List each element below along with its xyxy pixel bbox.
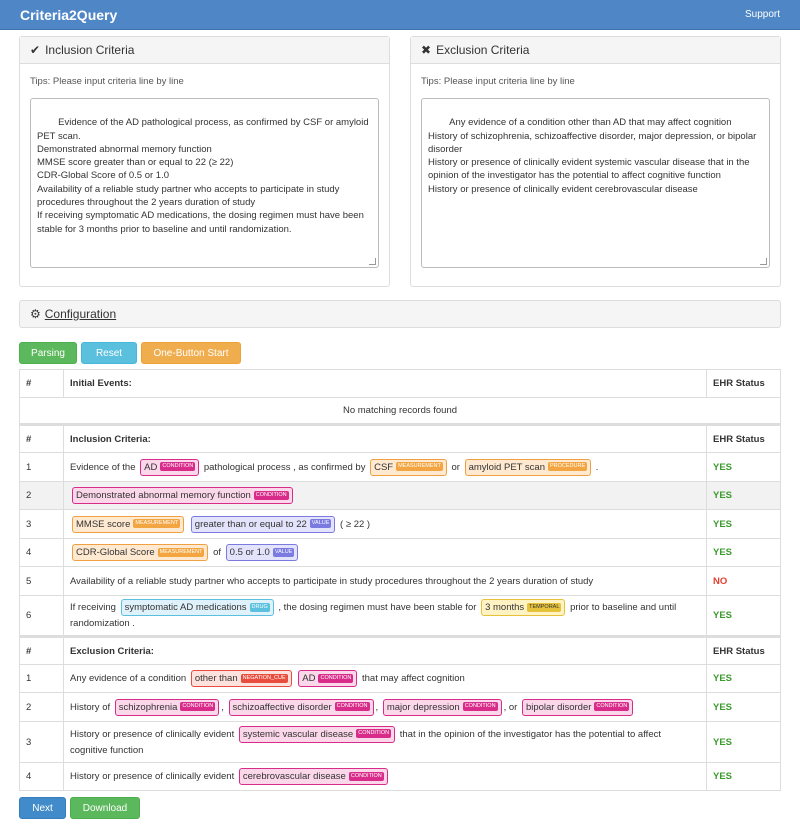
col-hash: #	[19, 636, 64, 665]
next-button[interactable]: Next	[19, 797, 66, 819]
inclusion-criteria-text: Evidence of the AD pathological process,…	[37, 117, 369, 235]
table-row: 3 History or presence of clinically evid…	[19, 721, 781, 763]
table-row: 4 CDR-Global Score MEASUREMENT of 0.5 or …	[19, 538, 781, 567]
inclusion-panel: ✔ Inclusion Criteria Tips: Please input …	[19, 36, 390, 287]
one-button-start-button[interactable]: One-Button Start	[141, 342, 241, 364]
parsing-button[interactable]: Parsing	[19, 342, 77, 364]
criterion-text: Demonstrated abnormal memory function CON…	[63, 481, 707, 510]
brand-title[interactable]: Criteria2Query	[20, 7, 117, 23]
entity-procedure[interactable]: amyloid PET scan PROCEDURE	[464, 458, 592, 476]
exclusion-tips: Tips: Please input criteria line by line	[421, 76, 575, 87]
criterion-text: History of schizophrenia CONDITION, schiz…	[63, 692, 707, 722]
ehr-status-header: EHR Status	[706, 424, 781, 453]
row-number: 6	[19, 595, 64, 637]
criterion-text: MMSE score MEASUREMENT greater than or eq…	[63, 509, 707, 539]
configuration-label[interactable]: Configuration	[45, 307, 116, 321]
initial-events-header: Initial Events:	[63, 369, 707, 398]
table-row: 6 If receiving symptomatic AD medication…	[19, 595, 781, 637]
col-hash: #	[19, 424, 64, 453]
resize-handle-icon[interactable]	[760, 258, 767, 265]
download-button[interactable]: Download	[70, 797, 140, 819]
inclusion-tips: Tips: Please input criteria line by line	[30, 76, 184, 87]
exclusion-criteria-text: Any evidence of a condition other than A…	[428, 117, 757, 195]
support-link[interactable]: Support	[745, 9, 780, 20]
ehr-status: YES	[706, 538, 781, 567]
entity-temporal[interactable]: 3 months TEMPORAL	[481, 599, 566, 616]
row-number: 1	[19, 452, 64, 482]
entity-condition[interactable]: AD CONDITION	[140, 458, 200, 476]
entity-condition[interactable]: AD CONDITION	[298, 670, 358, 687]
table-row: 2 History of schizophrenia CONDITION, sch…	[19, 692, 781, 722]
row-number: 4	[19, 762, 64, 791]
entity-condition[interactable]: Demonstrated abnormal memory function CON…	[72, 487, 293, 504]
inclusion-panel-header: ✔ Inclusion Criteria	[20, 37, 389, 64]
ehr-status-header: EHR Status	[706, 369, 781, 398]
entity-condition[interactable]: schizophrenia CONDITION	[114, 698, 220, 716]
entity-value[interactable]: greater than or equal to 22 VALUE	[190, 515, 336, 533]
entity-condition[interactable]: schizoaffective disorder CONDITION	[228, 698, 374, 716]
entity-condition[interactable]: bipolar disorder CONDITION	[521, 698, 634, 716]
criterion-text: History or presence of clinically eviden…	[63, 762, 707, 791]
row-number: 3	[19, 509, 64, 539]
criterion-text: Any evidence of a condition other than NE…	[63, 664, 707, 693]
reset-button[interactable]: Reset	[81, 342, 137, 364]
ehr-status: YES	[706, 452, 781, 482]
table-row: 5 Availability of a reliable study partn…	[19, 566, 781, 596]
gear-icon: ⚙	[30, 307, 41, 321]
no-records-message: No matching records found	[19, 397, 781, 425]
results-table: # Initial Events: EHR Status No matching…	[19, 369, 781, 791]
close-icon: ✖	[421, 43, 432, 57]
navbar: Criteria2Query Support	[0, 0, 800, 30]
entity-drug[interactable]: symptomatic AD medications DRUG	[120, 599, 274, 616]
ehr-status: YES	[706, 762, 781, 791]
ehr-status: YES	[706, 595, 781, 637]
row-number: 4	[19, 538, 64, 567]
inclusion-panel-title: Inclusion Criteria	[45, 43, 135, 57]
ehr-status: YES	[706, 509, 781, 539]
ehr-status: YES	[706, 481, 781, 510]
inclusion-criteria-textarea[interactable]: Evidence of the AD pathological process,…	[30, 98, 379, 268]
entity-value[interactable]: 0.5 or 1.0 VALUE	[225, 544, 299, 561]
entity-measurement[interactable]: MMSE score MEASUREMENT	[72, 515, 185, 533]
table-row: 1 Evidence of the AD CONDITION pathologic…	[19, 452, 781, 482]
ehr-status-header: EHR Status	[706, 636, 781, 665]
configuration-toggle[interactable]: ⚙ Configuration	[19, 300, 781, 328]
entity-negation[interactable]: other than NEGATION_CUE	[190, 670, 292, 687]
exclusion-panel: ✖ Exclusion Criteria Tips: Please input …	[410, 36, 781, 287]
ehr-status: YES	[706, 721, 781, 763]
entity-measurement[interactable]: CSF MEASUREMENT	[370, 458, 447, 476]
entity-measurement[interactable]: CDR-Global Score MEASUREMENT	[72, 544, 209, 561]
exclusion-panel-title: Exclusion Criteria	[436, 43, 530, 57]
table-row: 3 MMSE score MEASUREMENT greater than or …	[19, 509, 781, 539]
col-hash: #	[19, 369, 64, 398]
table-row: 2 Demonstrated abnormal memory function C…	[19, 481, 781, 510]
table-row: 4 History or presence of clinically evid…	[19, 762, 781, 791]
inclusion-criteria-header: Inclusion Criteria:	[63, 424, 707, 453]
entity-condition[interactable]: systemic vascular disease CONDITION	[238, 725, 396, 743]
row-number: 5	[19, 566, 64, 596]
row-number: 2	[19, 692, 64, 722]
exclusion-criteria-header: Exclusion Criteria:	[63, 636, 707, 665]
criterion-text: Availability of a reliable study partner…	[63, 566, 707, 596]
check-icon: ✔	[30, 43, 41, 57]
criterion-text: History or presence of clinically eviden…	[63, 721, 707, 763]
table-row: 1 Any evidence of a condition other than…	[19, 664, 781, 693]
entity-condition[interactable]: major depression CONDITION	[382, 698, 502, 716]
exclusion-criteria-textarea[interactable]: Any evidence of a condition other than A…	[421, 98, 770, 268]
ehr-status: YES	[706, 692, 781, 722]
exclusion-panel-header: ✖ Exclusion Criteria	[411, 37, 780, 64]
ehr-status: NO	[706, 566, 781, 596]
criterion-text: CDR-Global Score MEASUREMENT of 0.5 or 1.…	[63, 538, 707, 567]
row-number: 2	[19, 481, 64, 510]
criterion-text: If receiving symptomatic AD medications D…	[63, 595, 707, 637]
entity-condition[interactable]: cerebrovascular disease CONDITION	[238, 768, 388, 785]
row-number: 1	[19, 664, 64, 693]
resize-handle-icon[interactable]	[369, 258, 376, 265]
criterion-text: Evidence of the AD CONDITION pathological…	[63, 452, 707, 482]
row-number: 3	[19, 721, 64, 763]
ehr-status: YES	[706, 664, 781, 693]
